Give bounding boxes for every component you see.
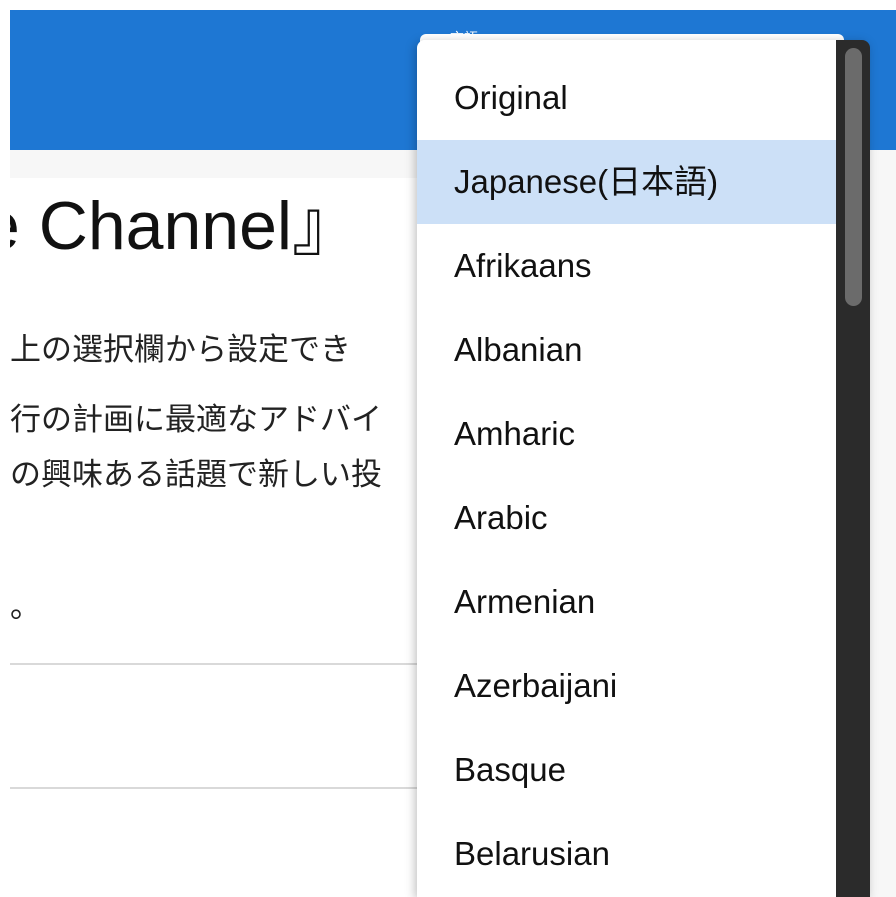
language-option-armenian[interactable]: Armenian (417, 560, 836, 644)
content-card (10, 178, 420, 897)
language-option-japanese[interactable]: Japanese(日本語) (417, 140, 836, 224)
language-option-albanian[interactable]: Albanian (417, 308, 836, 392)
intro-text-line-4: 。 (10, 589, 41, 625)
page-title: e Channel』 (0, 188, 361, 264)
divider (10, 663, 425, 665)
language-option-arabic[interactable]: Arabic (417, 476, 836, 560)
divider (10, 787, 425, 789)
language-option-list: Original Japanese(日本語) Afrikaans Albania… (417, 40, 836, 897)
page-edge (0, 0, 10, 897)
intro-text-line-2: 行の計画に最適なアドバイ (10, 402, 382, 438)
intro-text-line-3: の興味ある話題で新しい投 (10, 457, 382, 493)
dropdown-scrollbar-thumb[interactable] (845, 48, 862, 306)
language-option-original[interactable]: Original (417, 56, 836, 140)
language-option-basque[interactable]: Basque (417, 728, 836, 812)
intro-text-line-1: 上の選択欄から設定でき (10, 332, 351, 368)
language-option-afrikaans[interactable]: Afrikaans (417, 224, 836, 308)
language-dropdown[interactable]: Original Japanese(日本語) Afrikaans Albania… (417, 40, 870, 897)
language-option-amharic[interactable]: Amharic (417, 392, 836, 476)
page: 言語 e Channel』 上の選択欄から設定でき 行の計画に最適なアドバイ の… (0, 0, 896, 897)
language-option-azerbaijani[interactable]: Azerbaijani (417, 644, 836, 728)
language-option-belarusian[interactable]: Belarusian (417, 812, 836, 896)
